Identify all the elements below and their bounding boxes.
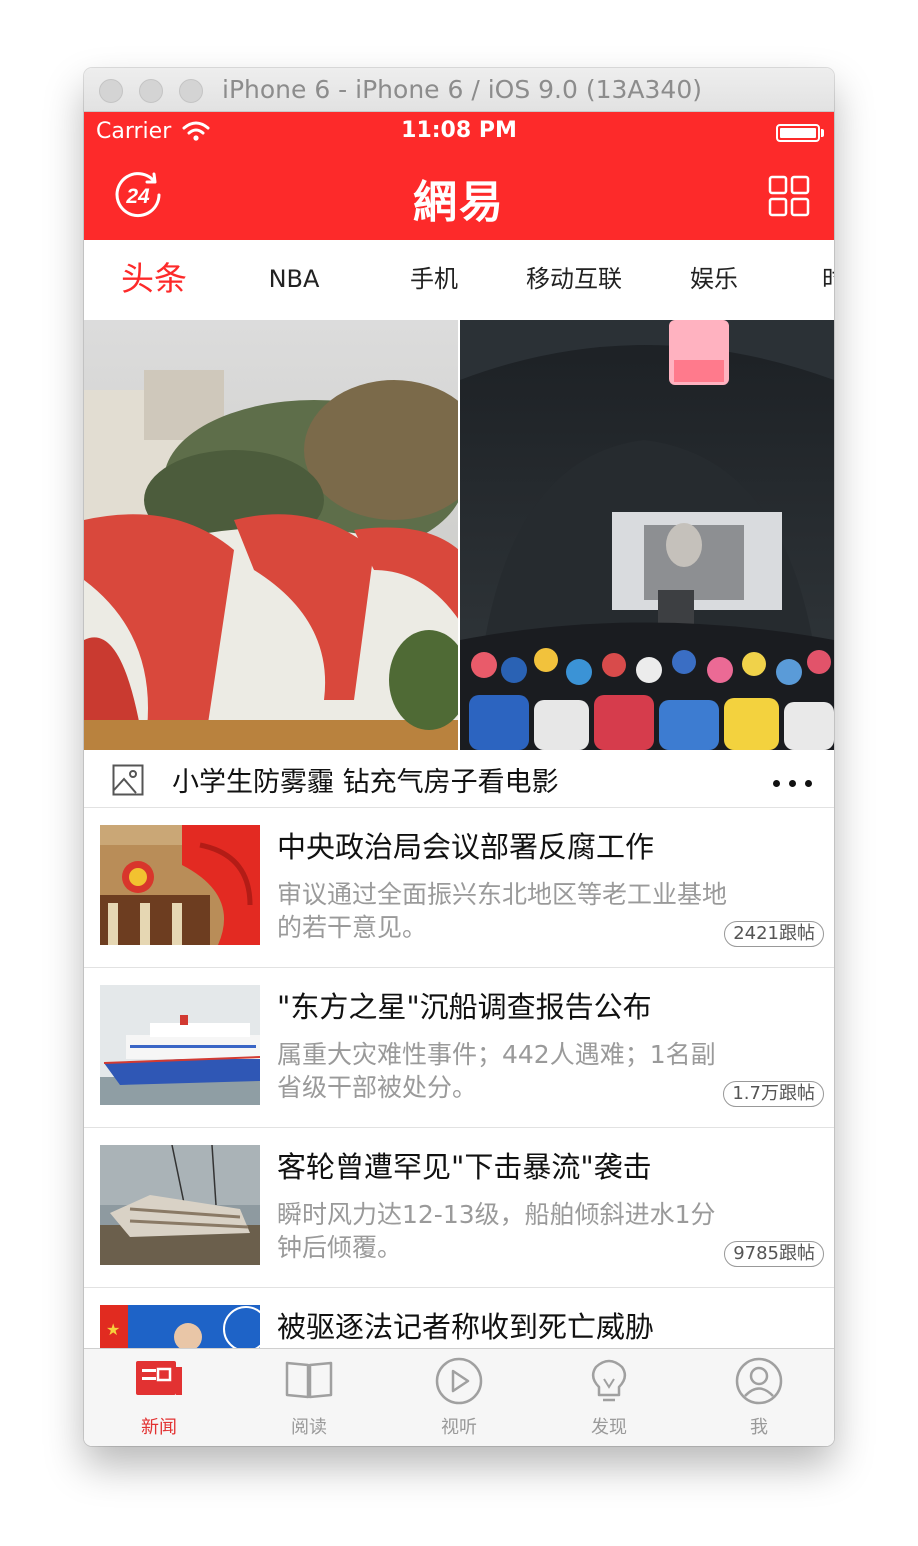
tab-headlines[interactable]: 头条 [104,240,204,320]
news-digest: 属重大灾难性事件；442人遇难；1名副省级干部被处分。 [277,1040,716,1102]
channel-grid-button[interactable] [768,175,810,217]
grid-icon [768,175,810,217]
nav-bar: 24 網易 [84,156,834,240]
clock-label: 11:08 PM [401,118,517,143]
tab-partial[interactable]: 时 [822,240,834,320]
news-thumbnail [100,985,260,1105]
netease-logo: 網易 [413,177,505,228]
tab-reading[interactable]: 阅读 [234,1349,384,1446]
news-item[interactable]: 中央政治局会议部署反腐工作 审议通过全面振兴东北地区等老工业基地的若干意见。 2… [84,808,834,968]
news-thumbnail [100,1145,260,1265]
status-bar: Carrier 11:08 PM [84,112,834,156]
hero-caption-bar[interactable]: 小学生防雾霾 钻充气房子看电影 [84,750,834,808]
news-digest: 审议通过全面振兴东北地区等老工业基地的若干意见。 [277,880,728,942]
tab-entertainment[interactable]: 娱乐 [664,240,764,320]
zoom-window-button[interactable] [179,79,203,103]
tab-news-label: 新闻 [141,1417,177,1438]
tab-me[interactable]: 我 [684,1349,834,1446]
svg-text:★: ★ [106,1320,120,1339]
tab-phone[interactable]: 手机 [384,240,484,320]
user-icon [735,1357,783,1405]
news-icon [136,1361,182,1395]
more-dots-icon[interactable] [773,780,812,787]
hero-image[interactable] [84,320,834,750]
news-title: "东方之星"沉船调查报告公布 [277,990,652,1024]
reply-count-badge[interactable]: 1.7万跟帖 [723,1081,824,1107]
channel-tabs: 头条 NBA 手机 移动互联 娱乐 时 [84,240,834,320]
hero-caption-text: 小学生防雾霾 钻充气房子看电影 [172,767,559,798]
close-window-button[interactable] [99,79,123,103]
news-digest: 瞬时风力达12-13级，船舶倾斜进水1分钟后倾覆。 [277,1200,716,1262]
battery-tip [821,129,824,137]
play-icon [435,1357,483,1405]
tab-reading-label: 阅读 [291,1417,327,1438]
reply-count-badge[interactable]: 2421跟帖 [724,921,824,947]
photo-icon [112,764,144,796]
tab-mobile-internet[interactable]: 移动互联 [514,240,634,320]
tab-discover-label: 发现 [591,1417,627,1438]
simulator-window: iPhone 6 - iPhone 6 / iOS 9.0 (13A340) C… [84,68,834,1446]
tab-video[interactable]: 视听 [384,1349,534,1446]
news-title: 被驱逐法记者称收到死亡威胁 [277,1310,655,1344]
news-thumbnail [100,825,260,945]
tab-bar: 新闻 阅读 视听 发现 我 [84,1348,834,1446]
news-title: 客轮曾遭罕见"下击暴流"袭击 [277,1150,652,1184]
book-icon [285,1361,333,1399]
bulb-icon [591,1359,627,1402]
news-item[interactable]: 客轮曾遭罕见"下击暴流"袭击 瞬时风力达12-13级，船舶倾斜进水1分钟后倾覆。… [84,1128,834,1288]
battery-icon [776,124,820,142]
window-titlebar: iPhone 6 - iPhone 6 / iOS 9.0 (13A340) [84,68,834,112]
reply-count-badge[interactable]: 9785跟帖 [724,1241,824,1267]
window-title: iPhone 6 - iPhone 6 / iOS 9.0 (13A340) [222,75,702,104]
tab-discover[interactable]: 发现 [534,1349,684,1446]
tab-nba[interactable]: NBA [244,240,344,320]
tab-news[interactable]: 新闻 [84,1349,234,1446]
tab-me-label: 我 [750,1417,768,1438]
minimize-window-button[interactable] [139,79,163,103]
news-item[interactable]: "东方之星"沉船调查报告公布 属重大灾难性事件；442人遇难；1名副省级干部被处… [84,968,834,1128]
news-title: 中央政治局会议部署反腐工作 [277,830,655,864]
tab-video-label: 视听 [441,1417,477,1438]
